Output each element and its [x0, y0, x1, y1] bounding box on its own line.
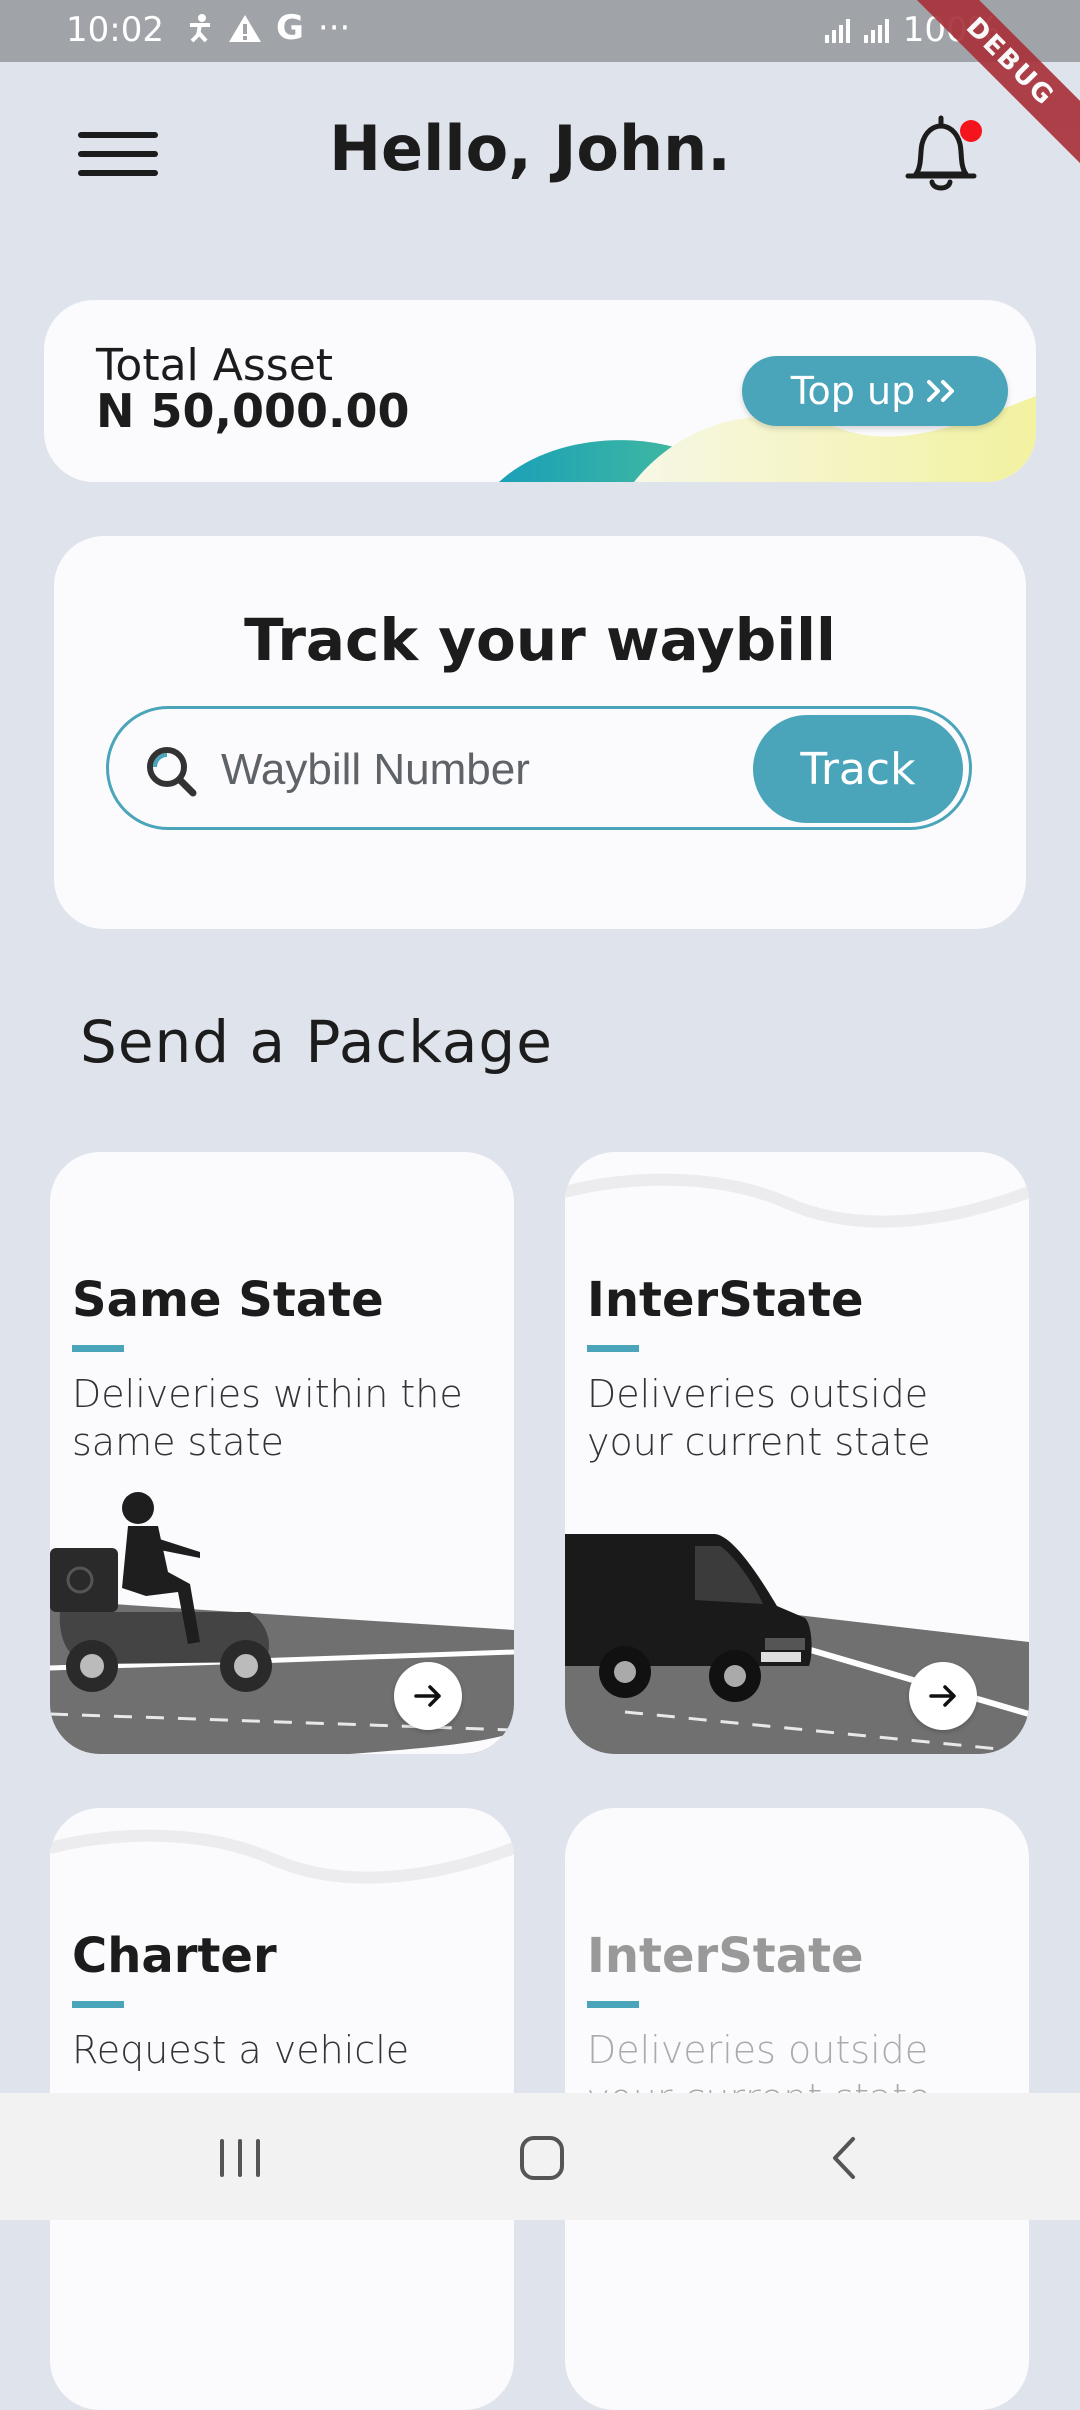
interstate-card[interactable]: InterState Deliveries outside your curre…	[565, 1152, 1029, 1754]
home-icon[interactable]	[512, 2133, 572, 2183]
title-underline	[587, 2001, 639, 2008]
scooter-rider-icon	[50, 1492, 272, 1692]
same-state-card[interactable]: Same State Deliveries within the same st…	[50, 1152, 514, 1754]
signal-icon-1	[824, 17, 850, 43]
signal-icon-2	[863, 17, 889, 43]
card-wave-decoration	[50, 1829, 514, 1884]
status-bar: 10:02 G ··· 100% DEBUG	[0, 0, 1080, 177]
interstate-go-button[interactable]	[909, 1662, 977, 1730]
waybill-search-field: Track	[106, 706, 972, 830]
back-icon[interactable]	[815, 2133, 875, 2183]
charter-description: Request a vehicle	[72, 2028, 410, 2072]
recent-apps-icon[interactable]	[210, 2133, 270, 2183]
double-chevron-right-icon	[927, 380, 955, 402]
title-underline	[72, 2001, 124, 2008]
waybill-number-input[interactable]	[219, 737, 723, 803]
notification-badge	[960, 120, 982, 142]
same-state-go-button[interactable]	[394, 1662, 462, 1730]
track-waybill-card: Track your waybill Track	[54, 536, 1026, 929]
track-waybill-title: Track your waybill	[244, 606, 836, 674]
van-icon	[565, 1534, 812, 1702]
top-up-button[interactable]: Top up	[742, 356, 1008, 426]
charter-title: Charter	[72, 1928, 277, 1984]
send-package-title: Send a Package	[80, 1008, 553, 1076]
google-icon: G	[276, 8, 304, 48]
arrow-right-icon	[929, 1685, 956, 1707]
total-asset-card: Total Asset N 50,000.00 Top up	[44, 300, 1036, 482]
system-navigation-bar	[0, 2093, 1080, 2220]
more-notifications-icon: ···	[317, 8, 351, 48]
interstate-title: InterState	[587, 1928, 864, 1984]
arrow-right-icon	[414, 1685, 441, 1707]
track-button[interactable]: Track	[753, 715, 963, 823]
search-icon	[147, 747, 197, 797]
top-up-label: Top up	[790, 369, 916, 413]
status-time: 10:02	[66, 10, 164, 50]
total-asset-value: N 50,000.00	[96, 384, 410, 438]
accessibility-icon	[190, 14, 210, 43]
warning-icon	[229, 15, 261, 42]
